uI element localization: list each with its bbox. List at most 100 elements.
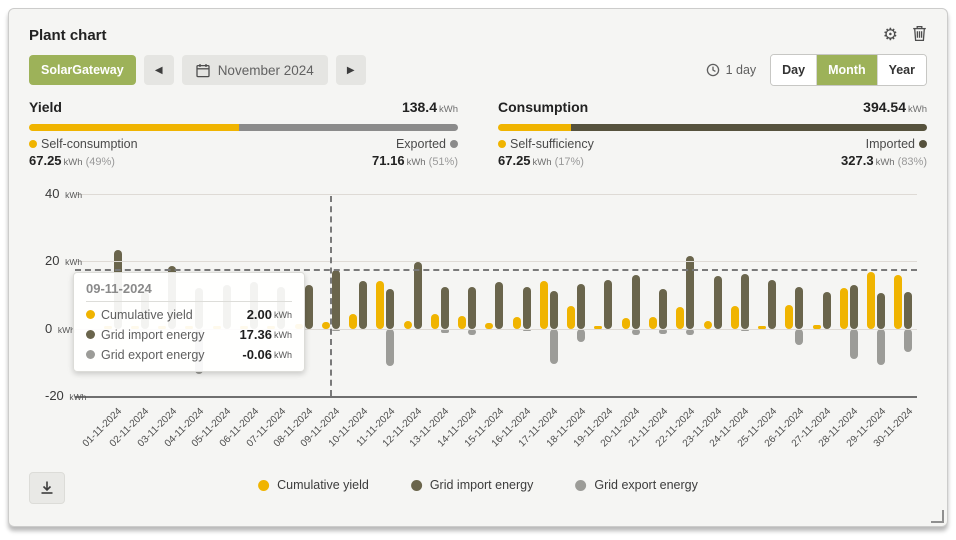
bar-cumulative-yield[interactable] xyxy=(840,288,848,328)
gear-icon: ⚙ xyxy=(883,25,898,44)
yield-stat: Yield 138.4kWh Self-consumption Exported… xyxy=(29,99,458,168)
gridline xyxy=(75,194,917,195)
date-picker-button[interactable]: November 2024 xyxy=(182,55,328,85)
plant-chart-panel: Plant chart ⚙ SolarGateway ◀ xyxy=(8,8,948,527)
bar-cumulative-yield[interactable] xyxy=(731,306,739,329)
tab-year[interactable]: Year xyxy=(877,55,926,85)
tooltip-row-import: Grid import energy 17.36kWh xyxy=(86,327,292,342)
yield-progress-bar xyxy=(29,124,458,131)
bar-grid-import[interactable] xyxy=(604,280,612,329)
cumulative-yield-dot-icon xyxy=(86,310,95,319)
delete-button[interactable] xyxy=(912,25,927,44)
y-axis-label: 40 kWh xyxy=(45,186,82,201)
bar-grid-import[interactable] xyxy=(550,291,558,329)
chart-tooltip: 09-11-2024 Cumulative yield 2.00kWh Grid… xyxy=(73,272,305,372)
interval-label: 1 day xyxy=(726,63,757,77)
imported-value: 327.3kWh (83%) xyxy=(841,153,927,168)
bar-grid-export[interactable] xyxy=(386,329,394,366)
bar-cumulative-yield[interactable] xyxy=(431,314,439,329)
bar-grid-import[interactable] xyxy=(632,275,640,329)
bar-cumulative-yield[interactable] xyxy=(567,306,575,328)
bar-grid-import[interactable] xyxy=(495,282,503,329)
bar-grid-import[interactable] xyxy=(877,293,885,328)
bar-grid-import[interactable] xyxy=(441,287,449,328)
bar-grid-import[interactable] xyxy=(468,287,476,328)
bar-grid-import[interactable] xyxy=(332,270,340,328)
bar-grid-import[interactable] xyxy=(768,280,776,328)
bar-grid-import[interactable] xyxy=(659,289,667,329)
energy-bar-chart[interactable]: 01-11-202402-11-202403-11-202404-11-2024… xyxy=(29,194,927,466)
trash-icon xyxy=(912,25,927,42)
bar-grid-import[interactable] xyxy=(523,287,531,328)
tab-day[interactable]: Day xyxy=(771,55,816,85)
bar-grid-import[interactable] xyxy=(386,289,394,329)
imported-segment xyxy=(571,124,927,131)
tab-month[interactable]: Month xyxy=(816,55,876,85)
bar-grid-export[interactable] xyxy=(795,329,803,346)
bar-grid-import[interactable] xyxy=(414,262,422,329)
settings-button[interactable]: ⚙ xyxy=(883,26,898,43)
exported-value: 71.16kWh (51%) xyxy=(372,153,458,168)
legend-export-dot-icon xyxy=(575,480,586,491)
bar-cumulative-yield[interactable] xyxy=(785,305,793,328)
bar-cumulative-yield[interactable] xyxy=(404,321,412,329)
consumption-total-unit: kWh xyxy=(908,104,927,115)
gateway-button[interactable]: SolarGateway xyxy=(29,55,136,85)
bar-grid-import[interactable] xyxy=(823,292,831,329)
chart-footer: Cumulative yield Grid import energy Grid… xyxy=(29,470,927,506)
bar-cumulative-yield[interactable] xyxy=(540,281,548,329)
bar-grid-import[interactable] xyxy=(795,287,803,329)
crosshair-horizontal xyxy=(75,269,917,271)
gridline xyxy=(75,396,917,398)
page-title: Plant chart xyxy=(29,27,107,44)
yield-total-unit: kWh xyxy=(439,104,458,115)
bar-cumulative-yield[interactable] xyxy=(676,307,684,329)
bar-cumulative-yield[interactable] xyxy=(867,272,875,329)
bar-cumulative-yield[interactable] xyxy=(349,314,357,329)
bar-grid-import[interactable] xyxy=(305,285,313,329)
view-switcher: Day Month Year xyxy=(770,54,927,86)
download-button[interactable] xyxy=(29,472,65,504)
resize-handle[interactable] xyxy=(931,510,944,523)
self-consumption-value: 67.25kWh (49%) xyxy=(29,153,115,168)
bar-grid-import[interactable] xyxy=(904,292,912,328)
y-axis-label: -20 kWh xyxy=(45,388,86,403)
gridline xyxy=(75,261,917,262)
bar-cumulative-yield[interactable] xyxy=(704,321,712,328)
bar-grid-import[interactable] xyxy=(850,285,858,329)
tooltip-row-yield: Cumulative yield 2.00kWh xyxy=(86,307,292,322)
bar-grid-export[interactable] xyxy=(850,329,858,359)
bar-cumulative-yield[interactable] xyxy=(894,275,902,328)
self-consumption-dot-icon xyxy=(29,140,37,148)
next-period-button[interactable]: ▶ xyxy=(336,55,366,85)
bar-cumulative-yield[interactable] xyxy=(458,316,466,329)
y-axis-label: 0 kWh xyxy=(45,320,75,335)
bar-grid-export[interactable] xyxy=(904,329,912,353)
bar-grid-import[interactable] xyxy=(686,256,694,329)
bar-grid-import[interactable] xyxy=(577,284,585,329)
bar-grid-export[interactable] xyxy=(550,329,558,364)
grid-export-dot-icon xyxy=(86,350,95,359)
bar-cumulative-yield[interactable] xyxy=(376,281,384,329)
bar-cumulative-yield[interactable] xyxy=(649,317,657,329)
tooltip-row-export: Grid export energy -0.06kWh xyxy=(86,347,292,362)
yield-selfconsumption-segment xyxy=(29,124,239,131)
prev-period-button[interactable]: ◀ xyxy=(144,55,174,85)
crosshair-vertical xyxy=(330,196,332,396)
bar-cumulative-yield[interactable] xyxy=(622,318,630,328)
bar-grid-export[interactable] xyxy=(577,329,585,342)
imported-dot-icon xyxy=(919,140,927,148)
consumption-total: 394.54 xyxy=(863,99,906,115)
yield-total: 138.4 xyxy=(402,99,437,115)
tooltip-date: 09-11-2024 xyxy=(86,281,292,302)
bar-grid-export[interactable] xyxy=(877,329,885,365)
clock-icon xyxy=(706,63,720,77)
toolbar: SolarGateway ◀ November 2024 ▶ 1 day Day… xyxy=(29,55,927,85)
bar-cumulative-yield[interactable] xyxy=(513,317,521,328)
exported-dot-icon xyxy=(450,140,458,148)
bar-cumulative-yield[interactable] xyxy=(322,322,330,329)
bar-grid-import[interactable] xyxy=(714,276,722,329)
legend-yield-dot-icon xyxy=(258,480,269,491)
bar-grid-import[interactable] xyxy=(741,274,749,329)
bar-grid-import[interactable] xyxy=(359,281,367,329)
